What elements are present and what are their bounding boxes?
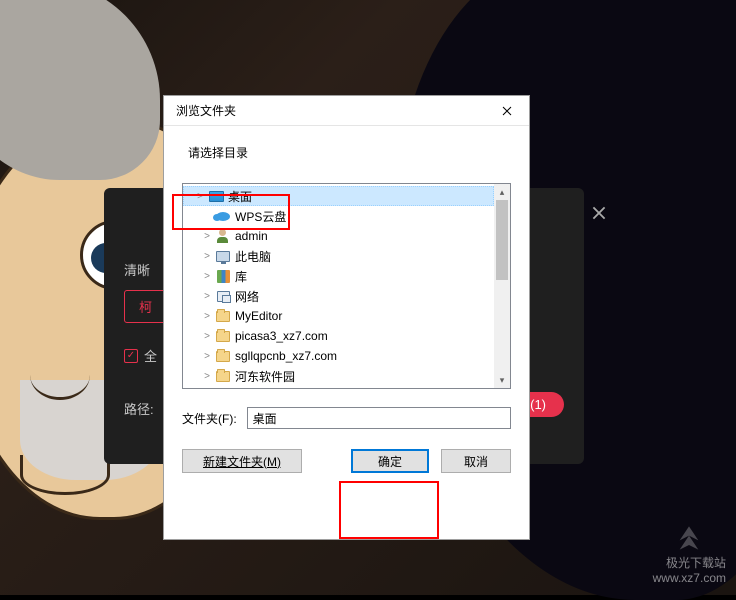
expand-icon[interactable]: > [201, 231, 213, 242]
tree-item-label: picasa3_xz7.com [235, 329, 328, 343]
dialog-body: 请选择目录 >桌面WPS云盘>admin>此电脑>库>网络>MyEditor>p… [164, 126, 529, 485]
new-folder-button[interactable]: 新建文件夹(M) [182, 449, 302, 473]
tree-item-label: MyEditor [235, 309, 282, 323]
pc-icon [215, 248, 231, 264]
tree-item[interactable]: WPS云盘 [183, 206, 494, 226]
dialog-instruction: 请选择目录 [188, 144, 511, 161]
tree-item-label: WPS云盘 [235, 208, 286, 225]
tree-item-label: 此电脑 [235, 248, 271, 265]
tree-content[interactable]: >桌面WPS云盘>admin>此电脑>库>网络>MyEditor>picasa3… [183, 184, 494, 388]
expand-icon[interactable]: > [201, 271, 213, 282]
tree-item-label: admin [235, 229, 268, 243]
tree-item[interactable]: > admin [183, 226, 494, 246]
dialog-button-row: 新建文件夹(M) 确定 取消 [182, 449, 511, 473]
scroll-up-button[interactable]: ▴ [494, 184, 510, 200]
tree-item[interactable]: > 桌面 [183, 186, 494, 206]
user-icon [215, 228, 231, 244]
tree-item[interactable]: > 此电脑 [183, 246, 494, 266]
clarity-label: 清晰 [124, 260, 150, 279]
tree-item[interactable]: > MyEditor [183, 306, 494, 326]
tree-item[interactable]: > 网络 [183, 286, 494, 306]
tree-item[interactable]: >新 [183, 386, 494, 388]
tree-item[interactable]: > 河东软件园 [183, 366, 494, 386]
folder-icon [215, 308, 231, 324]
tree-item-label: 网络 [235, 288, 259, 305]
browse-folder-dialog: 浏览文件夹 请选择目录 >桌面WPS云盘>admin>此电脑>库>网络>MyEd… [163, 95, 530, 540]
dialog-close-button[interactable] [485, 96, 529, 126]
tree-item-label: 库 [235, 268, 247, 285]
expand-icon[interactable]: > [201, 371, 213, 382]
folder-icon [215, 368, 231, 384]
expand-icon[interactable]: > [201, 291, 213, 302]
bg-shape [20, 455, 110, 495]
dialog-title: 浏览文件夹 [176, 102, 236, 119]
scroll-thumb[interactable] [496, 200, 508, 280]
expand-icon[interactable]: > [201, 311, 213, 322]
settings-close-button[interactable] [584, 198, 614, 228]
path-label: 路径: [124, 399, 154, 418]
net-icon [215, 288, 231, 304]
scrollbar[interactable]: ▴ ▾ [494, 184, 510, 388]
folder-name-label: 文件夹(F): [182, 410, 237, 427]
folder-name-input[interactable] [247, 407, 511, 429]
cloud-icon [215, 208, 231, 224]
folder-tree: >桌面WPS云盘>admin>此电脑>库>网络>MyEditor>picasa3… [182, 183, 511, 389]
folder-icon [215, 328, 231, 344]
tree-item[interactable]: > sgllqpcnb_xz7.com [183, 346, 494, 366]
lib-icon [215, 268, 231, 284]
select-all-label: 全 [144, 346, 157, 365]
dialog-header: 浏览文件夹 [164, 96, 529, 126]
expand-icon[interactable]: > [201, 331, 213, 342]
tree-item-label: sgllqpcnb_xz7.com [235, 349, 337, 363]
desktop-icon [208, 188, 224, 204]
expand-icon[interactable]: > [194, 191, 206, 202]
tree-item-label: 桌面 [228, 188, 252, 205]
cancel-button[interactable]: 取消 [441, 449, 511, 473]
ok-button[interactable]: 确定 [351, 449, 429, 473]
folder-icon [215, 348, 231, 364]
tree-item-label: 新 [235, 388, 247, 389]
expand-icon[interactable]: > [201, 351, 213, 362]
checkbox-icon: ✓ [124, 349, 138, 363]
tree-item[interactable]: >库 [183, 266, 494, 286]
select-all-row[interactable]: ✓ 全 [124, 346, 157, 365]
expand-icon[interactable]: > [201, 251, 213, 262]
scroll-down-button[interactable]: ▾ [494, 372, 510, 388]
red-outline-button[interactable]: 柯 [124, 290, 167, 323]
bg-shape [30, 350, 90, 400]
bg-shape [0, 0, 160, 180]
folder-name-row: 文件夹(F): [182, 407, 511, 429]
tree-item[interactable]: > picasa3_xz7.com [183, 326, 494, 346]
tree-item-label: 河东软件园 [235, 368, 295, 385]
